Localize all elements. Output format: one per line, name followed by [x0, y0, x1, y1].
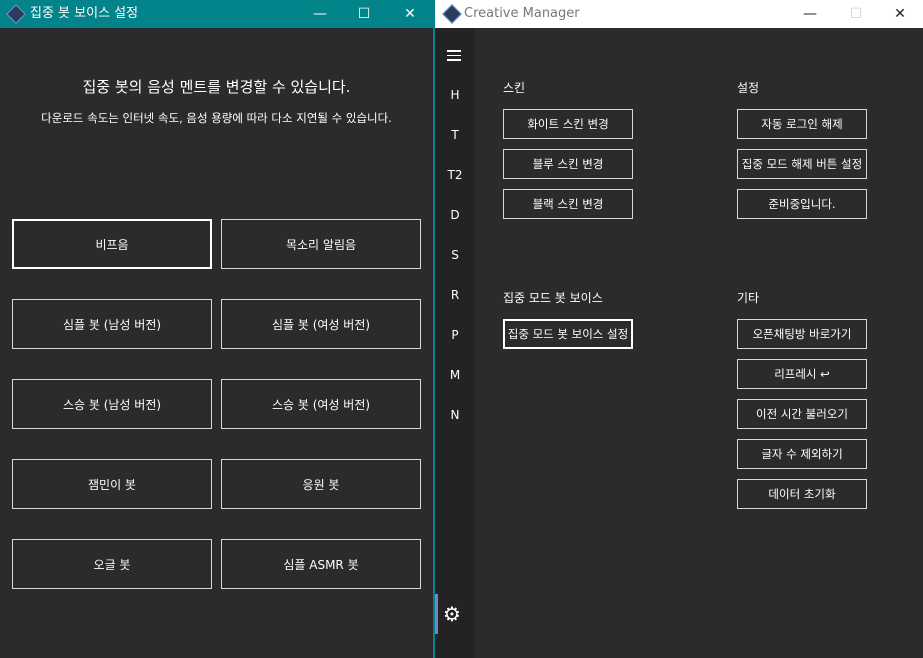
voice-option-beep[interactable]: 비프음 [12, 219, 212, 269]
voice-settings-titlebar: 집중 봇 보이스 설정 — ☐ ✕ [0, 0, 433, 28]
voice-description: 다운로드 속도는 인터넷 속도, 음성 용량에 따라 다소 지연될 수 있습니다… [41, 111, 392, 125]
hamburger-icon[interactable] [447, 50, 461, 64]
settings-content: 스킨 화이트 스킨 변경 블루 스킨 변경 블랙 스킨 변경 설정 자동 로그인… [475, 28, 923, 658]
nav-item-r[interactable]: R [435, 288, 475, 302]
nav-item-n[interactable]: N [435, 408, 475, 422]
app-logo-icon [442, 4, 462, 24]
voice-option-simple-male[interactable]: 심플 봇 (남성 버전) [12, 299, 212, 349]
reset-data-button[interactable]: 데이터 초기화 [737, 479, 867, 509]
voice-option-cheer[interactable]: 응원 봇 [221, 459, 421, 509]
nav-item-s[interactable]: S [435, 248, 475, 262]
close-button[interactable]: ✕ [387, 0, 433, 28]
creative-manager-titlebar: Creative Manager — ☐ ✕ [435, 0, 923, 28]
nav-item-t2[interactable]: T2 [435, 168, 475, 182]
voice-option-teacher-male[interactable]: 스승 봇 (남성 버전) [12, 379, 212, 429]
nav-item-p[interactable]: P [435, 328, 475, 342]
gear-icon[interactable]: ⚙ [441, 603, 463, 625]
voice-option-voice-alert[interactable]: 목소리 알림음 [221, 219, 421, 269]
section-title-skin: 스킨 [503, 81, 526, 95]
maximize-button[interactable]: ☐ [341, 0, 387, 28]
section-title-etc: 기타 [737, 291, 760, 305]
white-skin-button[interactable]: 화이트 스킨 변경 [503, 109, 633, 139]
nav-item-m[interactable]: M [435, 368, 475, 382]
window-title: 집중 봇 보이스 설정 [30, 6, 139, 21]
load-previous-time-button[interactable]: 이전 시간 불러오기 [737, 399, 867, 429]
nav-item-d[interactable]: D [435, 208, 475, 222]
blue-skin-button[interactable]: 블루 스킨 변경 [503, 149, 633, 179]
voice-settings-window: 집중 봇 보이스 설정 — ☐ ✕ 집중 봇의 음성 멘트를 변경할 수 있습니… [0, 0, 433, 658]
section-title-settings: 설정 [737, 81, 760, 95]
nav-item-t[interactable]: T [435, 128, 475, 142]
voice-option-cringe[interactable]: 오글 봇 [12, 539, 212, 589]
app-logo-icon [6, 4, 26, 24]
voice-option-simple-asmr[interactable]: 심플 ASMR 봇 [221, 539, 421, 589]
coming-soon-button[interactable]: 준비중입니다. [737, 189, 867, 219]
black-skin-button[interactable]: 블랙 스킨 변경 [503, 189, 633, 219]
exclude-char-count-button[interactable]: 글자 수 제외하기 [737, 439, 867, 469]
voice-option-simple-female[interactable]: 심플 봇 (여성 버전) [221, 299, 421, 349]
focus-mode-release-setting-button[interactable]: 집중 모드 해제 버튼 설정 [737, 149, 867, 179]
minimize-button[interactable]: — [297, 0, 343, 28]
side-nav: H T T2 D S R P M N [435, 28, 475, 658]
maximize-button: ☐ [849, 6, 863, 22]
window-title: Creative Manager [464, 6, 580, 21]
voice-heading: 집중 봇의 음성 멘트를 변경할 수 있습니다. [82, 78, 351, 96]
nav-item-h[interactable]: H [435, 88, 475, 102]
voice-option-kid[interactable]: 잼민이 봇 [12, 459, 212, 509]
nav-active-indicator [435, 594, 438, 634]
close-button[interactable]: ✕ [877, 0, 923, 28]
minimize-button[interactable]: — [787, 0, 833, 28]
refresh-button[interactable]: 리프레시 ↩ [737, 359, 867, 389]
section-title-focus-voice: 집중 모드 봇 보이스 [503, 291, 603, 305]
focus-voice-settings-button[interactable]: 집중 모드 봇 보이스 설정 [503, 319, 633, 349]
voice-option-teacher-female[interactable]: 스승 봇 (여성 버전) [221, 379, 421, 429]
auto-login-off-button[interactable]: 자동 로그인 해제 [737, 109, 867, 139]
open-chat-button[interactable]: 오픈채팅방 바로가기 [737, 319, 867, 349]
